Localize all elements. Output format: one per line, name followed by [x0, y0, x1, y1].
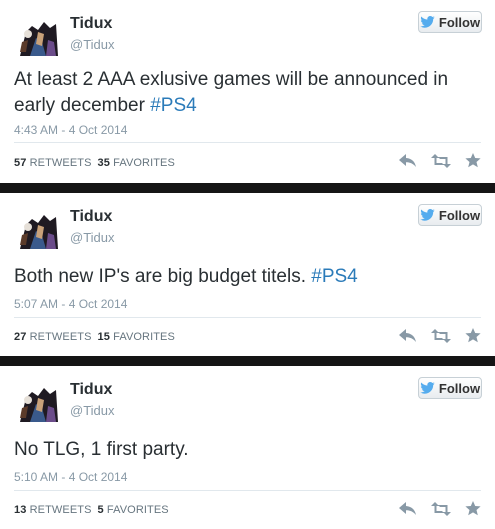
avatar[interactable]	[14, 378, 62, 426]
favorite-label[interactable]: FAVORITES	[107, 504, 169, 516]
user-handle[interactable]: @Tidux	[70, 37, 115, 52]
tweet-body: No TLG, 1 first party.	[14, 439, 189, 460]
twitter-bird-icon	[420, 209, 435, 221]
retweet-icon[interactable]	[431, 153, 451, 168]
favorite-count[interactable]: 5	[98, 504, 104, 516]
follow-label: Follow	[438, 14, 481, 30]
favorite-count[interactable]: 35	[98, 157, 110, 169]
retweet-label[interactable]: RETWEETS	[30, 504, 92, 516]
tweet-card: Tidux @Tidux Follow Both new IP's are bi…	[0, 193, 495, 356]
follow-button[interactable]: Follow	[418, 377, 482, 399]
reply-icon[interactable]	[399, 501, 417, 516]
tweet-card: Tidux @Tidux Follow No TLG, 1 first part…	[0, 366, 495, 529]
hashtag-link[interactable]: #PS4	[150, 95, 196, 116]
tweet-text: No TLG, 1 first party.	[14, 437, 484, 463]
divider	[14, 490, 481, 491]
tweet-actions	[399, 328, 481, 343]
tweet-timestamp[interactable]: 5:10 AM - 4 Oct 2014	[14, 470, 127, 484]
tweet-text: Both new IP's are big budget titels. #PS…	[14, 264, 484, 290]
tweet-stats: 57 RETWEETS 35 FAVORITES	[14, 157, 175, 169]
divider	[14, 142, 481, 143]
star-icon[interactable]	[465, 501, 481, 516]
avatar[interactable]	[14, 12, 62, 60]
display-name[interactable]: Tidux	[70, 208, 112, 226]
tweet-timestamp[interactable]: 4:43 AM - 4 Oct 2014	[14, 123, 127, 137]
tweet-body: Both new IP's are big budget titels.	[14, 266, 312, 287]
tweet-card: Tidux @Tidux Follow At least 2 AAA exlus…	[0, 0, 495, 183]
tweet-separator	[0, 183, 495, 193]
retweet-icon[interactable]	[431, 328, 451, 343]
divider	[14, 317, 481, 318]
tweet-separator	[0, 356, 495, 366]
favorite-label[interactable]: FAVORITES	[113, 157, 175, 169]
favorite-label[interactable]: FAVORITES	[113, 331, 175, 343]
retweet-icon[interactable]	[431, 501, 451, 516]
retweet-count[interactable]: 27	[14, 331, 26, 343]
favorite-count[interactable]: 15	[98, 331, 110, 343]
tweet-stats: 13 RETWEETS 5 FAVORITES	[14, 504, 169, 516]
tweet-stats: 27 RETWEETS 15 FAVORITES	[14, 331, 175, 343]
star-icon[interactable]	[465, 153, 481, 168]
tweet-timestamp[interactable]: 5:07 AM - 4 Oct 2014	[14, 297, 127, 311]
reply-icon[interactable]	[399, 153, 417, 168]
display-name[interactable]: Tidux	[70, 15, 112, 33]
user-handle[interactable]: @Tidux	[70, 403, 115, 418]
reply-icon[interactable]	[399, 328, 417, 343]
retweet-count[interactable]: 13	[14, 504, 26, 516]
follow-button[interactable]: Follow	[418, 11, 482, 33]
tweet-body: At least 2 AAA exlusive games will be an…	[14, 69, 449, 116]
follow-label: Follow	[438, 207, 481, 223]
retweet-label[interactable]: RETWEETS	[30, 331, 92, 343]
follow-label: Follow	[438, 380, 481, 396]
tweet-text: At least 2 AAA exlusive games will be an…	[14, 67, 484, 119]
avatar[interactable]	[14, 205, 62, 253]
hashtag-link[interactable]: #PS4	[311, 266, 357, 287]
star-icon[interactable]	[465, 328, 481, 343]
display-name[interactable]: Tidux	[70, 381, 112, 399]
twitter-bird-icon	[420, 382, 435, 394]
user-handle[interactable]: @Tidux	[70, 230, 115, 245]
tweet-actions	[399, 501, 481, 516]
twitter-bird-icon	[420, 16, 435, 28]
tweet-actions	[399, 153, 481, 168]
follow-button[interactable]: Follow	[418, 204, 482, 226]
retweet-count[interactable]: 57	[14, 157, 26, 169]
retweet-label[interactable]: RETWEETS	[30, 157, 92, 169]
